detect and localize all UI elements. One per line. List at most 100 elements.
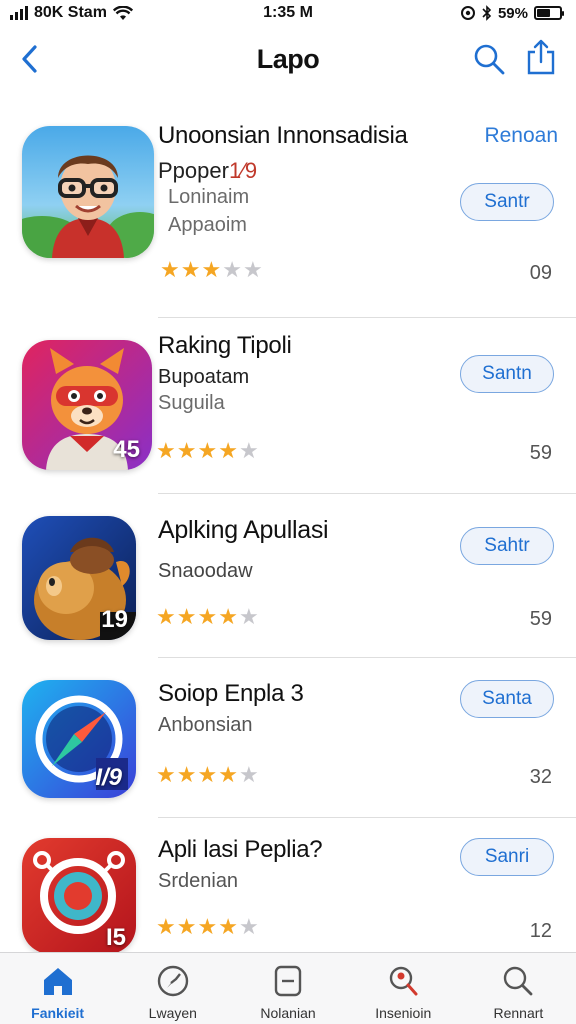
carrier-label: 80K Stam <box>34 4 107 21</box>
app-list: Unoonsian Innonsadisia Ppoper1⁄9 Loninai… <box>0 92 576 952</box>
tab-label: Rennart <box>493 1005 544 1021</box>
battery-percent: 59% <box>497 4 528 22</box>
star-empty-icon: ★ <box>238 604 259 629</box>
app-developer: Loninaim <box>168 186 250 208</box>
star-filled-icon: ★ <box>176 604 197 629</box>
get-button[interactable]: Sahtr <box>460 527 554 565</box>
app-developer: Anbonsian <box>158 714 253 736</box>
star-filled-icon: ★ <box>218 762 238 787</box>
rating-count: 12 <box>529 920 552 942</box>
cartoon-boy-icon <box>22 126 154 258</box>
app-developer: Snaoodaw <box>158 560 253 582</box>
app-subtitle: Bupoatam <box>158 366 250 388</box>
tab-label: Fankieit <box>31 1005 85 1021</box>
tab-search-people[interactable]: Insenioin <box>346 953 461 1024</box>
rating-stars: ★ ★ ★ ★ ★ <box>156 764 259 786</box>
share-icon <box>527 39 555 75</box>
star-filled-icon: ★ <box>218 604 238 629</box>
search-icon <box>500 963 536 999</box>
nav-bar: Lapo <box>0 26 576 92</box>
star-filled-icon: ★ <box>197 604 218 629</box>
rating-stars: ★ ★ ★ ★ ★ <box>160 259 263 281</box>
star-filled-icon: ★ <box>180 257 201 282</box>
app-icon-badge: I/9 <box>95 764 122 791</box>
app-icon[interactable]: 45 <box>22 340 152 470</box>
search-person-icon <box>385 963 421 999</box>
list-item[interactable]: 45 Raking Tipoli Bupoatam Suguila Santn … <box>0 318 576 494</box>
star-empty-icon: ★ <box>242 257 263 282</box>
rating-count: 59 <box>529 442 552 464</box>
star-filled-icon: ★ <box>197 914 218 939</box>
star-filled-icon: ★ <box>197 762 218 787</box>
star-filled-icon: ★ <box>156 762 176 787</box>
rating-stars: ★ ★ ★ ★ ★ <box>156 916 259 938</box>
tab-label: Lwayen <box>148 1005 197 1021</box>
status-left: 80K Stam <box>10 4 133 22</box>
get-button[interactable]: Santr <box>460 183 554 221</box>
list-item[interactable]: Unoonsian Innonsadisia Ppoper1⁄9 Loninai… <box>0 92 576 318</box>
app-title: Soiop Enpla 3 <box>158 680 304 707</box>
star-empty-icon: ★ <box>238 438 259 463</box>
app-title: Unoonsian Innonsadisia <box>158 122 408 149</box>
app-icon[interactable]: I/9 <box>22 680 136 798</box>
star-filled-icon: ★ <box>156 438 176 463</box>
star-filled-icon: ★ <box>197 438 218 463</box>
star-filled-icon: ★ <box>176 914 197 939</box>
app-developer: Suguila <box>158 392 225 414</box>
list-item[interactable]: 19 Aplking Apullasi Snaoodaw Sahtr ★ ★ ★ ★ ★… <box>0 494 576 658</box>
star-empty-icon: ★ <box>238 762 259 787</box>
app-subtitle-mark: 1⁄9 <box>228 158 258 183</box>
app-icon-badge: 45 <box>113 436 140 463</box>
get-button[interactable]: Santn <box>460 355 554 393</box>
star-filled-icon: ★ <box>176 762 197 787</box>
list-item[interactable]: I/9 Soiop Enpla 3 Anbonsian Santa ★ ★ ★ ★ ★ … <box>0 658 576 818</box>
app-icon-badge: 19 <box>101 606 128 633</box>
card-icon <box>270 963 306 999</box>
app-developer: Srdenian <box>158 870 239 892</box>
star-filled-icon: ★ <box>156 914 176 939</box>
chevron-left-icon <box>22 45 37 73</box>
battery-icon <box>534 6 564 20</box>
tab-explore[interactable]: Lwayen <box>115 953 230 1024</box>
battery-fill <box>537 9 550 17</box>
tab-label: Nolanian <box>260 1005 316 1021</box>
back-button[interactable] <box>14 42 44 76</box>
app-icon[interactable] <box>22 126 154 258</box>
home-icon <box>40 963 76 999</box>
app-icon[interactable]: 19 <box>22 516 136 640</box>
star-filled-icon: ★ <box>201 257 222 282</box>
star-filled-icon: ★ <box>160 257 180 282</box>
rating-count: 09 <box>529 262 552 284</box>
list-item[interactable]: I5 Apli lasi Peplia? Srdenian Sanri ★ ★ ★ ★… <box>0 818 576 952</box>
app-title: Raking Tipoli <box>158 332 292 359</box>
star-filled-icon: ★ <box>218 914 238 939</box>
get-button[interactable]: Santa <box>460 680 554 718</box>
star-empty-icon: ★ <box>222 257 242 282</box>
tab-search[interactable]: Rennart <box>461 953 576 1024</box>
tab-bar: Fankieit Lwayen Nolanian Insenioin Renna… <box>0 952 576 1024</box>
share-button[interactable] <box>524 38 558 76</box>
search-button[interactable] <box>472 42 506 76</box>
signal-icon <box>10 6 28 20</box>
tab-featured[interactable]: Fankieit <box>0 953 115 1024</box>
app-subtitle-text: Ppoper <box>158 158 229 183</box>
app-category: Appaoim <box>168 214 247 236</box>
app-subtitle: Ppoper1⁄9 <box>158 158 257 184</box>
star-filled-icon: ★ <box>176 438 197 463</box>
status-bar: 80K Stam 1:35 M 59% <box>0 0 576 26</box>
status-right: 59% <box>460 4 564 22</box>
wifi-icon <box>112 5 133 20</box>
alarm-icon <box>460 6 475 20</box>
see-all-link[interactable]: Renoan <box>484 124 558 148</box>
get-button[interactable]: Sanri <box>460 838 554 876</box>
compass-icon <box>155 963 191 999</box>
tab-cards[interactable]: Nolanian <box>230 953 345 1024</box>
page-title: Lapo <box>256 43 320 74</box>
star-filled-icon: ★ <box>156 604 176 629</box>
rating-count: 32 <box>529 766 552 788</box>
bluetooth-icon <box>482 5 492 21</box>
app-title: Aplking Apullasi <box>158 516 329 544</box>
app-icon[interactable]: I5 <box>22 838 136 952</box>
app-icon-badge: I5 <box>105 924 126 951</box>
rating-stars: ★ ★ ★ ★ ★ <box>156 606 259 628</box>
